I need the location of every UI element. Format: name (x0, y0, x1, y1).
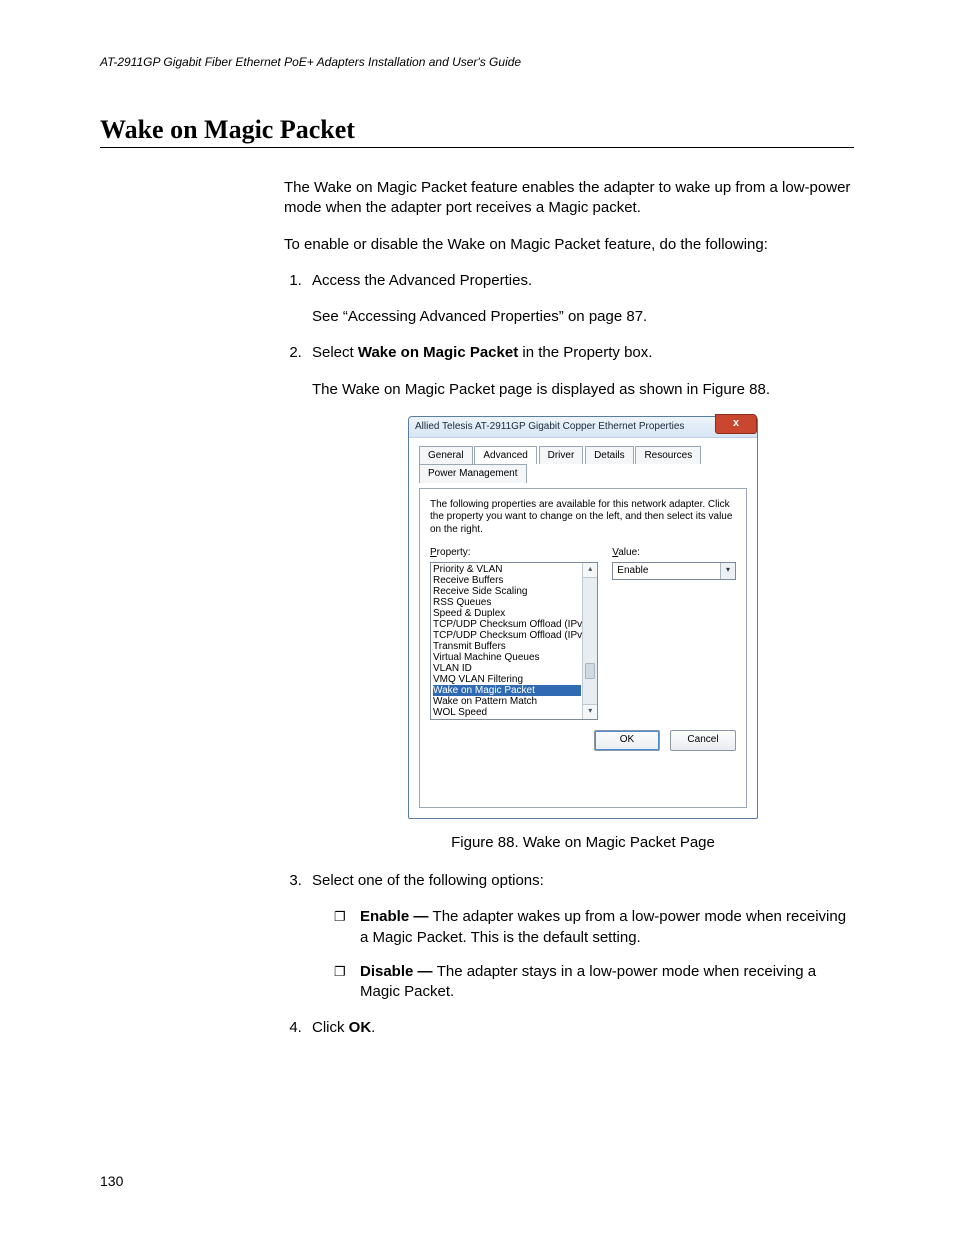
tab-resources[interactable]: Resources (635, 446, 701, 465)
step-3: Select one of the following options: Ena… (306, 871, 854, 1002)
tab-details[interactable]: Details (585, 446, 634, 465)
property-item[interactable]: WOL Speed (433, 707, 581, 718)
scroll-thumb[interactable] (585, 663, 595, 679)
property-item[interactable]: Virtual Machine Queues (433, 652, 581, 663)
close-button[interactable]: x (715, 414, 757, 434)
tab-panel-advanced: The following properties are available f… (419, 488, 747, 808)
property-item[interactable]: Receive Side Scaling (433, 586, 581, 597)
step-4-post: . (371, 1019, 375, 1036)
properties-dialog: Allied Telesis AT-2911GP Gigabit Copper … (408, 416, 758, 819)
listbox-scrollbar[interactable]: ▴ ▾ (582, 563, 597, 719)
property-item[interactable]: RSS Queues (433, 597, 581, 608)
property-item[interactable]: VMQ VLAN Filtering (433, 674, 581, 685)
option-disable-label: Disable — (360, 963, 437, 980)
option-enable-label: Enable — (360, 908, 433, 925)
dialog-titlebar[interactable]: Allied Telesis AT-2911GP Gigabit Copper … (409, 417, 757, 438)
chevron-down-icon[interactable]: ▾ (720, 563, 735, 579)
figure-caption: Figure 88. Wake on Magic Packet Page (312, 833, 854, 853)
step-1-text: Access the Advanced Properties. (312, 272, 532, 289)
option-enable-text: The adapter wakes up from a low-power mo… (360, 908, 846, 945)
property-item[interactable]: Transmit Buffers (433, 641, 581, 652)
intro-paragraph-1: The Wake on Magic Packet feature enables… (284, 178, 854, 219)
step-4: Click OK. (306, 1018, 854, 1038)
page-number: 130 (100, 1173, 123, 1189)
scroll-up-icon[interactable]: ▴ (583, 563, 597, 578)
property-item[interactable]: Wake on Magic Packet (433, 685, 581, 696)
property-item[interactable]: TCP/UDP Checksum Offload (IPv6 (433, 630, 581, 641)
property-item[interactable]: Wake on Pattern Match (433, 696, 581, 707)
dialog-title: Allied Telesis AT-2911GP Gigabit Copper … (415, 421, 684, 432)
ok-button[interactable]: OK (594, 730, 660, 751)
section-title: Wake on Magic Packet (100, 115, 854, 148)
value-dropdown[interactable]: Enable ▾ (612, 562, 736, 580)
step-2-pre: Select (312, 344, 358, 361)
step-3-text: Select one of the following options: (312, 872, 544, 889)
step-2-result: The Wake on Magic Packet page is display… (312, 381, 770, 398)
intro-paragraph-2: To enable or disable the Wake on Magic P… (284, 235, 854, 255)
panel-hint: The following properties are available f… (430, 499, 736, 537)
step-1: Access the Advanced Properties. See “Acc… (306, 271, 854, 328)
value-dropdown-text: Enable (617, 565, 648, 576)
property-listbox[interactable]: Priority & VLANReceive BuffersReceive Si… (430, 562, 598, 720)
property-item[interactable]: Priority & VLAN (433, 564, 581, 575)
property-item[interactable]: Receive Buffers (433, 575, 581, 586)
option-disable: Disable — The adapter stays in a low-pow… (340, 962, 854, 1003)
property-label: Property: (430, 546, 598, 560)
step-4-bold: OK (349, 1019, 372, 1036)
running-header: AT-2911GP Gigabit Fiber Ethernet PoE+ Ad… (100, 55, 854, 69)
property-item[interactable]: Speed & Duplex (433, 608, 581, 619)
close-icon: x (733, 417, 739, 429)
tab-strip: General Advanced Driver Details Resource… (419, 446, 747, 483)
step-4-pre: Click (312, 1019, 349, 1036)
option-enable: Enable — The adapter wakes up from a low… (340, 907, 854, 948)
tab-driver[interactable]: Driver (539, 446, 584, 465)
cancel-button[interactable]: Cancel (670, 730, 736, 751)
tab-general[interactable]: General (419, 446, 473, 465)
step-1-ref: See “Accessing Advanced Properties” on p… (312, 308, 647, 325)
tab-power-management[interactable]: Power Management (419, 464, 527, 483)
value-label: Value: (612, 546, 736, 560)
tab-advanced[interactable]: Advanced (474, 446, 536, 465)
property-item[interactable]: TCP/UDP Checksum Offload (IPv4 (433, 619, 581, 630)
property-item[interactable]: VLAN ID (433, 663, 581, 674)
step-2-bold: Wake on Magic Packet (358, 344, 518, 361)
step-2: Select Wake on Magic Packet in the Prope… (306, 343, 854, 853)
scroll-down-icon[interactable]: ▾ (583, 704, 597, 719)
step-2-post: in the Property box. (518, 344, 652, 361)
